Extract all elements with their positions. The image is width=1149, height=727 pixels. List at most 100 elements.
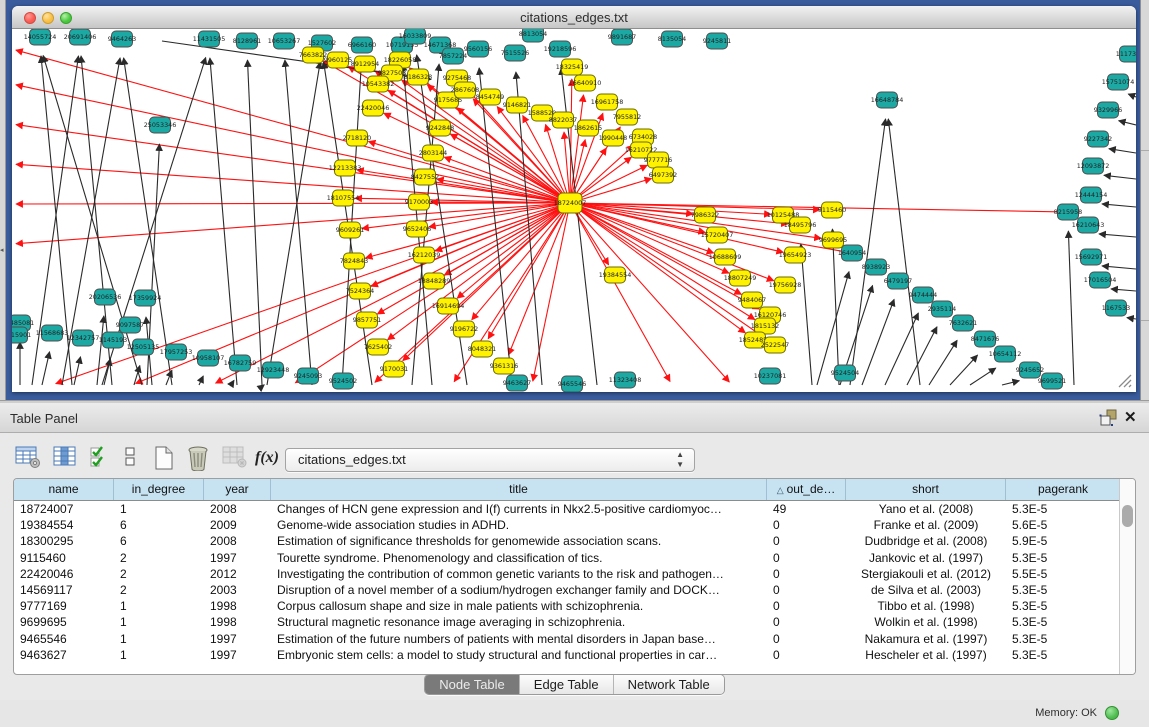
- show-columns-button[interactable]: [52, 445, 82, 473]
- table-row[interactable]: 1830029562008Estimation of significance …: [14, 533, 1121, 549]
- float-window-icon[interactable]: [1098, 409, 1118, 427]
- left-panel-splitter[interactable]: ◂: [0, 0, 6, 400]
- table-cell[interactable]: 5.3E-5: [1006, 501, 1121, 517]
- table-cell[interactable]: Tourette syndrome. Phenomenology and cla…: [271, 550, 767, 566]
- table-cell[interactable]: 2: [114, 566, 204, 582]
- window-resize-grip[interactable]: [1118, 374, 1132, 388]
- tab-network-table[interactable]: Network Table: [613, 675, 724, 694]
- table-row[interactable]: 911546021997Tourette syndrome. Phenomeno…: [14, 550, 1121, 566]
- table-cell[interactable]: 6: [114, 517, 204, 533]
- new-table-button[interactable]: [152, 445, 182, 473]
- network-view-window[interactable]: citations_edges.txt 14055724206914069464…: [12, 6, 1136, 392]
- table-cell[interactable]: Tibbo et al. (1998): [846, 598, 1006, 614]
- table-cell[interactable]: 0: [767, 598, 846, 614]
- table-cell[interactable]: 5.9E-5: [1006, 533, 1121, 549]
- table-cell[interactable]: Changes of HCN gene expression and I(f) …: [271, 501, 767, 517]
- column-header-name[interactable]: name: [14, 479, 114, 500]
- table-cell[interactable]: 1: [114, 501, 204, 517]
- table-cell[interactable]: 0: [767, 647, 846, 663]
- table-cell[interactable]: 9465546: [14, 631, 114, 647]
- table-cell[interactable]: 2: [114, 582, 204, 598]
- table-cell[interactable]: 9699695: [14, 614, 114, 630]
- table-cell[interactable]: 1997: [204, 631, 271, 647]
- table-cell[interactable]: Embryonic stem cells: a model to study s…: [271, 647, 767, 663]
- table-selector-dropdown[interactable]: citations_edges.txt ▲▼: [285, 448, 695, 472]
- table-cell[interactable]: 22420046: [14, 566, 114, 582]
- table-cell[interactable]: 5.3E-5: [1006, 631, 1121, 647]
- vertical-scrollbar[interactable]: [1119, 479, 1135, 674]
- table-row[interactable]: 1872400712008Changes of HCN gene express…: [14, 501, 1121, 517]
- import-table-button-disabled[interactable]: [222, 445, 252, 473]
- table-cell[interactable]: Yano et al. (2008): [846, 501, 1006, 517]
- column-header-short[interactable]: short: [846, 479, 1006, 500]
- table-cell[interactable]: 1: [114, 614, 204, 630]
- table-cell[interactable]: 14569117: [14, 582, 114, 598]
- table-settings-button[interactable]: [15, 445, 45, 473]
- table-cell[interactable]: 5.3E-5: [1006, 598, 1121, 614]
- table-cell[interactable]: Stergiakouli et al. (2012): [846, 566, 1006, 582]
- table-cell[interactable]: 5.3E-5: [1006, 614, 1121, 630]
- column-header-pagerank[interactable]: pagerank: [1006, 479, 1121, 500]
- table-cell[interactable]: 6: [114, 533, 204, 549]
- table-row[interactable]: 977716911998Corpus callosum shape and si…: [14, 598, 1121, 614]
- table-cell[interactable]: 49: [767, 501, 846, 517]
- scrollbar-thumb[interactable]: [1122, 505, 1133, 527]
- table-cell[interactable]: Genome-wide association studies in ADHD.: [271, 517, 767, 533]
- table-cell[interactable]: 18300295: [14, 533, 114, 549]
- table-cell[interactable]: 5.3E-5: [1006, 582, 1121, 598]
- collapse-arrow-icon[interactable]: ◂: [0, 246, 6, 256]
- delete-table-button[interactable]: [186, 445, 216, 473]
- table-cell[interactable]: de Silva et al. (2003): [846, 582, 1006, 598]
- table-cell[interactable]: Estimation of significance thresholds fo…: [271, 533, 767, 549]
- table-cell[interactable]: 1998: [204, 614, 271, 630]
- table-cell[interactable]: 18724007: [14, 501, 114, 517]
- row-height-button[interactable]: [122, 445, 152, 473]
- close-panel-icon[interactable]: ✕: [1124, 408, 1142, 428]
- table-cell[interactable]: 5.3E-5: [1006, 647, 1121, 663]
- table-cell[interactable]: 2008: [204, 533, 271, 549]
- table-cell[interactable]: 19384554: [14, 517, 114, 533]
- table-cell[interactable]: 0: [767, 631, 846, 647]
- network-window-titlebar[interactable]: citations_edges.txt: [12, 6, 1136, 29]
- column-header-year[interactable]: year: [204, 479, 271, 500]
- table-row[interactable]: 946554611997Estimation of the future num…: [14, 631, 1121, 647]
- select-columns-button[interactable]: [89, 445, 119, 473]
- table-row[interactable]: 1938455462009Genome-wide association stu…: [14, 517, 1121, 533]
- table-cell[interactable]: Structural magnetic resonance image aver…: [271, 614, 767, 630]
- column-header-out_de[interactable]: △out_de…: [767, 479, 846, 500]
- table-row[interactable]: 946362711997Embryonic stem cells: a mode…: [14, 647, 1121, 663]
- table-cell[interactable]: 5.5E-5: [1006, 566, 1121, 582]
- table-cell[interactable]: Corpus callosum shape and size in male p…: [271, 598, 767, 614]
- table-cell[interactable]: 0: [767, 566, 846, 582]
- table-cell[interactable]: Estimation of the future numbers of pati…: [271, 631, 767, 647]
- table-cell[interactable]: Wolkin et al. (1998): [846, 614, 1006, 630]
- table-cell[interactable]: 2012: [204, 566, 271, 582]
- table-cell[interactable]: 1997: [204, 647, 271, 663]
- table-cell[interactable]: 1: [114, 631, 204, 647]
- table-cell[interactable]: 9115460: [14, 550, 114, 566]
- results-panel-edge[interactable]: [1140, 0, 1149, 400]
- table-cell[interactable]: 2008: [204, 501, 271, 517]
- function-builder-button[interactable]: f(x): [255, 445, 289, 473]
- table-cell[interactable]: 9463627: [14, 647, 114, 663]
- table-cell[interactable]: 5.3E-5: [1006, 550, 1121, 566]
- table-cell[interactable]: 0: [767, 614, 846, 630]
- table-cell[interactable]: 1: [114, 647, 204, 663]
- table-row[interactable]: 2242004622012Investigating the contribut…: [14, 566, 1121, 582]
- table-cell[interactable]: Investigating the contribution of common…: [271, 566, 767, 582]
- column-header-in_degree[interactable]: in_degree: [114, 479, 204, 500]
- node-table[interactable]: namein_degreeyeartitle△out_de…shortpager…: [13, 478, 1136, 675]
- table-cell[interactable]: 0: [767, 533, 846, 549]
- tab-node-table[interactable]: Node Table: [425, 675, 519, 694]
- table-cell[interactable]: Hescheler et al. (1997): [846, 647, 1006, 663]
- table-row[interactable]: 1456911722003Disruption of a novel membe…: [14, 582, 1121, 598]
- table-cell[interactable]: 9777169: [14, 598, 114, 614]
- table-cell[interactable]: 5.6E-5: [1006, 517, 1121, 533]
- column-header-title[interactable]: title: [271, 479, 767, 500]
- table-cell[interactable]: Nakamura et al. (1997): [846, 631, 1006, 647]
- table-cell[interactable]: 0: [767, 517, 846, 533]
- table-cell[interactable]: Dudbridge et al. (2008): [846, 533, 1006, 549]
- table-cell[interactable]: Franke et al. (2009): [846, 517, 1006, 533]
- memory-ok-icon[interactable]: [1105, 706, 1119, 720]
- table-row[interactable]: 969969511998Structural magnetic resonanc…: [14, 614, 1121, 630]
